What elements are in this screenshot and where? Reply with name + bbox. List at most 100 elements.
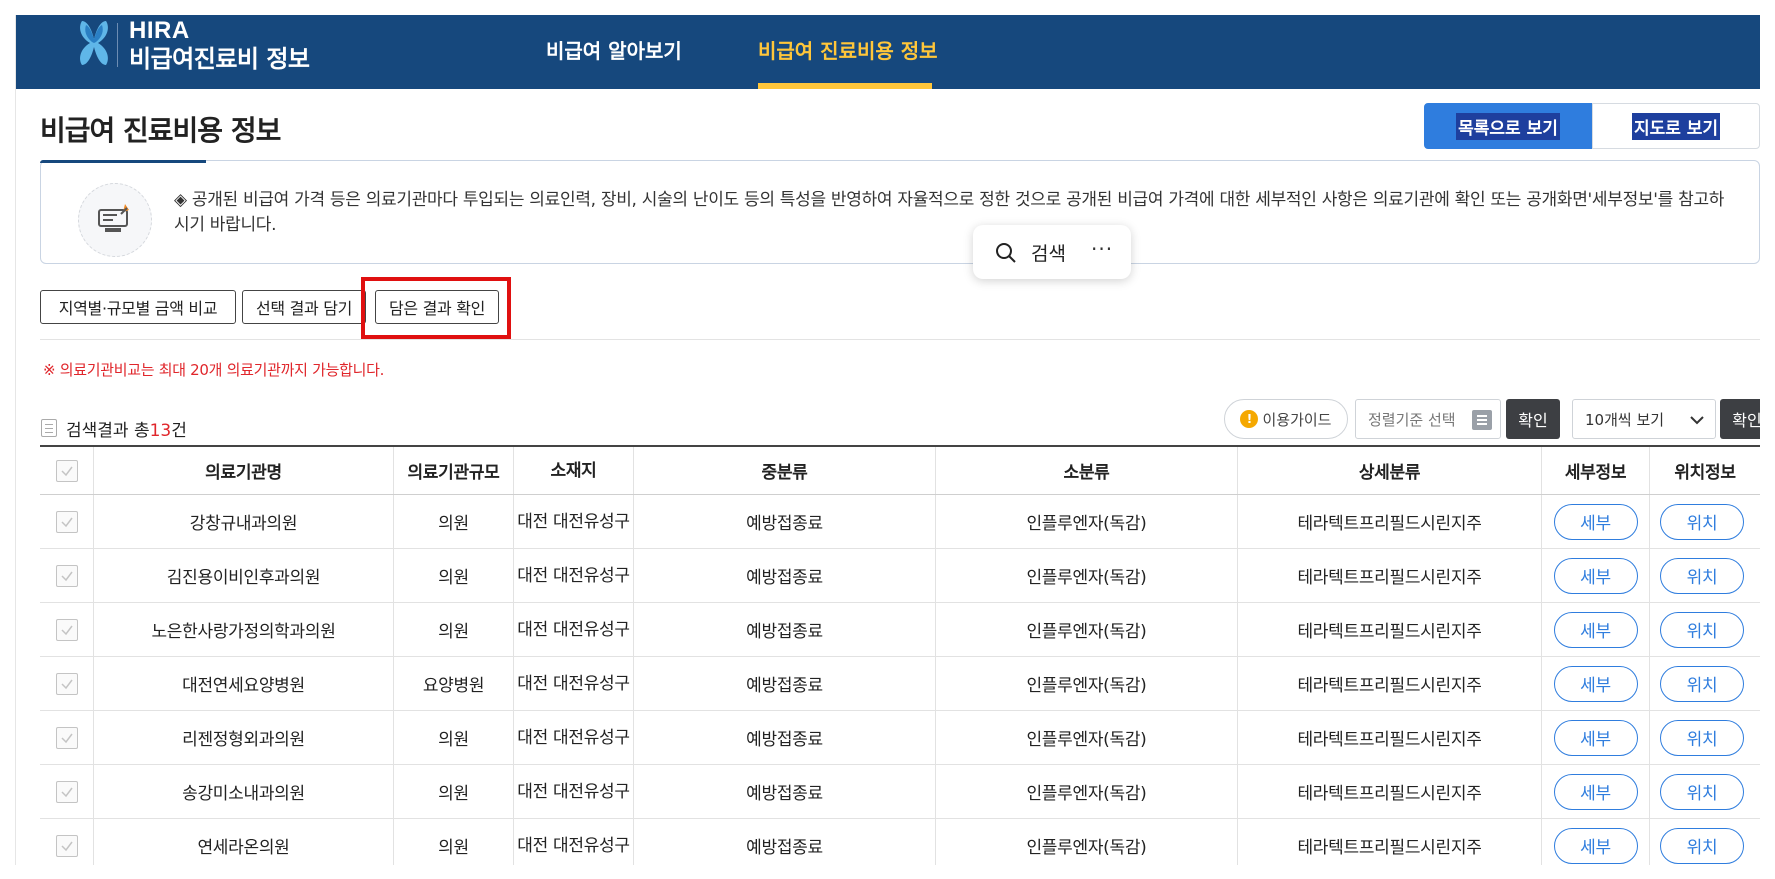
per-page-confirm-button[interactable]: 확인 [1720, 399, 1760, 439]
view-map-label: 지도로 보기 [1631, 112, 1721, 140]
detail-button[interactable]: 세부 [1553, 719, 1638, 756]
row-checkbox[interactable] [55, 672, 78, 695]
checkbox-icon [60, 679, 73, 689]
row-checkbox[interactable] [55, 726, 78, 749]
checkbox-icon [60, 466, 73, 476]
cell-location: 대전 대전유성구 [514, 657, 634, 710]
table-body: 강창규내과의원 의원 대전 대전유성구 예방접종료 인플루엔자(독감) 테라텍트… [40, 495, 1760, 865]
cell-detail-category: 테라텍트프리필드시린지주 [1238, 603, 1542, 656]
cell-detail-info: 세부 [1542, 603, 1650, 656]
cell-location-info: 위치 [1650, 711, 1760, 764]
cell-institution-name: 리젠정형외과의원 [94, 711, 394, 764]
logo-subtitle[interactable]: 비급여진료비 정보 [129, 39, 310, 74]
view-list-button[interactable]: 목록으로 보기 [1424, 103, 1592, 149]
page-title: 비급여 진료비용 정보 [40, 114, 281, 147]
detail-button[interactable]: 세부 [1553, 611, 1638, 648]
location-button[interactable]: 위치 [1660, 503, 1744, 540]
header-small-category: 소분류 [936, 447, 1238, 494]
row-checkbox-cell [40, 765, 94, 818]
cell-detail-info: 세부 [1542, 765, 1650, 818]
checkbox-icon [60, 571, 73, 581]
detail-button[interactable]: 세부 [1553, 503, 1638, 540]
row-checkbox[interactable] [55, 834, 78, 857]
cell-small-category: 인플루엔자(독감) [936, 603, 1238, 656]
table-row: 노은한사랑가정의학과의원 의원 대전 대전유성구 예방접종료 인플루엔자(독감)… [40, 603, 1760, 657]
top-navigation-bar: HIRA 비급여진료비 정보 비급여 알아보기 비급여 진료비용 정보 [16, 15, 1760, 89]
view-map-button[interactable]: 지도로 보기 [1592, 103, 1760, 149]
nav-active-underline [758, 83, 932, 89]
cell-mid-category: 예방접종료 [634, 603, 936, 656]
region-scale-compare-button[interactable]: 지역별·규모별 금액 비교 [40, 290, 236, 324]
header-mid-category: 중분류 [634, 447, 936, 494]
cell-location-info: 위치 [1650, 765, 1760, 818]
notice-text: ◈ 공개된 비급여 가격 등은 의료기관마다 투입되는 의료인력, 장비, 시술… [174, 190, 1725, 235]
save-selected-button[interactable]: 선택 결과 담기 [242, 290, 366, 324]
detail-button[interactable]: 세부 [1553, 557, 1638, 594]
cell-detail-info: 세부 [1542, 657, 1650, 710]
usage-guide-button[interactable]: ! 이용가이드 [1224, 399, 1348, 439]
cell-location-info: 위치 [1650, 657, 1760, 710]
highlight-annotation [361, 277, 511, 339]
sort-confirm-button[interactable]: 확인 [1506, 399, 1560, 439]
table-row: 송강미소내과의원 의원 대전 대전유성구 예방접종료 인플루엔자(독감) 테라텍… [40, 765, 1760, 819]
cell-detail-info: 세부 [1542, 495, 1650, 548]
popup-search-label[interactable]: 검색 [1031, 239, 1066, 266]
cell-mid-category: 예방접종료 [634, 657, 936, 710]
cell-institution-size: 의원 [394, 495, 514, 548]
search-popup[interactable]: 검색 ··· [973, 225, 1131, 279]
checkbox-icon [60, 733, 73, 743]
cell-location: 대전 대전유성구 [514, 549, 634, 602]
row-checkbox-cell [40, 657, 94, 710]
table-row: 대전연세요양병원 요양병원 대전 대전유성구 예방접종료 인플루엔자(독감) 테… [40, 657, 1760, 711]
results-table: 의료기관명 의료기관규모 소재지 중분류 소분류 상세분류 세부정보 위치정보 … [40, 445, 1760, 865]
row-checkbox[interactable] [55, 618, 78, 641]
cell-location-info: 위치 [1650, 549, 1760, 602]
cell-small-category: 인플루엔자(독감) [936, 819, 1238, 865]
cell-detail-info: 세부 [1542, 549, 1650, 602]
sort-select[interactable]: 정렬기준 선택 [1355, 399, 1501, 439]
location-button[interactable]: 위치 [1660, 665, 1744, 702]
row-checkbox[interactable] [55, 510, 78, 533]
nav-item-learn-noncovered[interactable]: 비급여 알아보기 [546, 35, 682, 64]
cell-detail-info: 세부 [1542, 711, 1650, 764]
cell-small-category: 인플루엔자(독감) [936, 495, 1238, 548]
sort-placeholder: 정렬기준 선택 [1368, 410, 1456, 429]
row-checkbox-cell [40, 549, 94, 602]
cell-institution-size: 의원 [394, 765, 514, 818]
header-location-info: 위치정보 [1674, 463, 1736, 483]
per-page-value: 10개씩 보기 [1585, 410, 1665, 429]
search-icon[interactable] [995, 242, 1017, 264]
row-checkbox-cell [40, 495, 94, 548]
location-button[interactable]: 위치 [1660, 719, 1744, 756]
nav-item-noncovered-cost-info[interactable]: 비급여 진료비용 정보 [758, 35, 938, 64]
cell-mid-category: 예방접종료 [634, 765, 936, 818]
result-count: 13 [149, 421, 172, 441]
detail-button[interactable]: 세부 [1553, 827, 1638, 864]
location-button[interactable]: 위치 [1660, 773, 1744, 810]
table-row: 강창규내과의원 의원 대전 대전유성구 예방접종료 인플루엔자(독감) 테라텍트… [40, 495, 1760, 549]
header-detail-category: 상세분류 [1238, 447, 1542, 494]
select-all-checkbox[interactable] [55, 459, 78, 482]
location-button[interactable]: 위치 [1660, 557, 1744, 594]
row-checkbox[interactable] [55, 780, 78, 803]
cell-institution-name: 강창규내과의원 [94, 495, 394, 548]
row-checkbox-cell [40, 819, 94, 865]
more-icon[interactable]: ··· [1091, 237, 1113, 261]
row-checkbox[interactable] [55, 564, 78, 587]
row-checkbox-cell [40, 711, 94, 764]
cell-location: 대전 대전유성구 [514, 765, 634, 818]
cell-small-category: 인플루엔자(독감) [936, 765, 1238, 818]
cell-location-info: 위치 [1650, 495, 1760, 548]
checkbox-icon [60, 787, 73, 797]
detail-button[interactable]: 세부 [1553, 665, 1638, 702]
cell-location: 대전 대전유성구 [514, 819, 634, 865]
detail-button[interactable]: 세부 [1553, 773, 1638, 810]
page-frame: HIRA 비급여진료비 정보 비급여 알아보기 비급여 진료비용 정보 비급여 … [15, 15, 1760, 865]
per-page-select[interactable]: 10개씩 보기 [1572, 399, 1716, 439]
cell-detail-category: 테라텍트프리필드시린지주 [1238, 819, 1542, 865]
compare-limit-warning: ※ 의료기관비교는 최대 20개 의료기관까지 가능합니다. [43, 361, 385, 379]
location-button[interactable]: 위치 [1660, 611, 1744, 648]
hira-logo-icon[interactable] [74, 17, 114, 69]
table-row: 김진용이비인후과의원 의원 대전 대전유성구 예방접종료 인플루엔자(독감) 테… [40, 549, 1760, 603]
location-button[interactable]: 위치 [1660, 827, 1744, 864]
